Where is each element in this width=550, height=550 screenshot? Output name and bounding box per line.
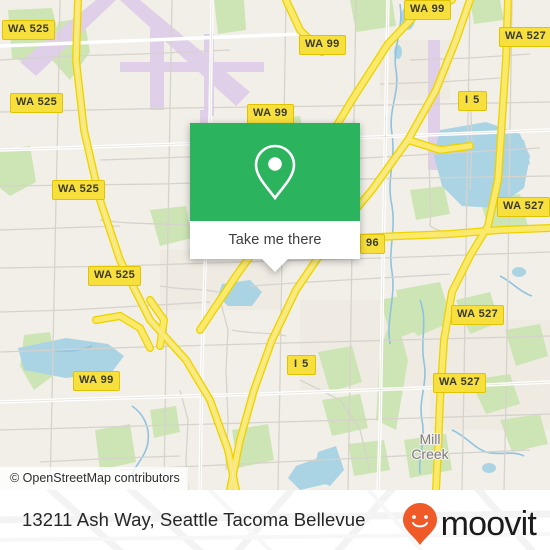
- shield-wa-525-a: WA 525: [2, 20, 56, 40]
- location-popup-card[interactable]: Take me there: [190, 123, 360, 272]
- shield-wa-99-b: WA 99: [404, 0, 451, 20]
- shield-i5-a: I 5: [458, 91, 488, 111]
- shield-wa-525-b: WA 525: [10, 93, 64, 113]
- shield-wa-527-d: WA 527: [433, 373, 487, 393]
- osm-attribution[interactable]: © OpenStreetMap contributors: [0, 467, 188, 490]
- shield-wa-527-c: WA 527: [451, 305, 505, 325]
- moovit-pin-icon: [402, 503, 437, 545]
- shield-wa-99-a: WA 99: [299, 35, 346, 55]
- popup-header: [190, 123, 360, 221]
- shield-i5-b: I 5: [287, 355, 317, 375]
- map-screenshot: WA 525 WA 525 WA 525 WA 525 WA 99 WA 99 …: [0, 0, 550, 550]
- shield-wa-96: 96: [360, 234, 386, 254]
- map-pin-icon: [254, 144, 296, 201]
- shield-wa-525-c: WA 525: [52, 180, 106, 200]
- bottom-info-bar: 13211 Ash Way, Seattle Tacoma Bellevue m…: [0, 490, 550, 550]
- shield-wa-99-c: WA 99: [247, 104, 294, 124]
- moovit-logo[interactable]: moovit: [402, 502, 537, 546]
- shield-wa-525-d: WA 525: [88, 266, 142, 286]
- popup-action-row[interactable]: Take me there: [190, 221, 360, 259]
- shield-wa-527-a: WA 527: [499, 27, 550, 47]
- address-label: 13211 Ash Way, Seattle Tacoma Bellevue: [22, 509, 366, 530]
- shield-wa-527-b: WA 527: [497, 197, 550, 217]
- map-canvas[interactable]: WA 525 WA 525 WA 525 WA 525 WA 99 WA 99 …: [0, 0, 550, 490]
- popup-tail-pointer: [262, 259, 288, 272]
- take-me-there-label: Take me there: [228, 232, 322, 248]
- moovit-wordmark: moovit: [440, 505, 537, 543]
- shield-wa-99-d: WA 99: [73, 371, 120, 391]
